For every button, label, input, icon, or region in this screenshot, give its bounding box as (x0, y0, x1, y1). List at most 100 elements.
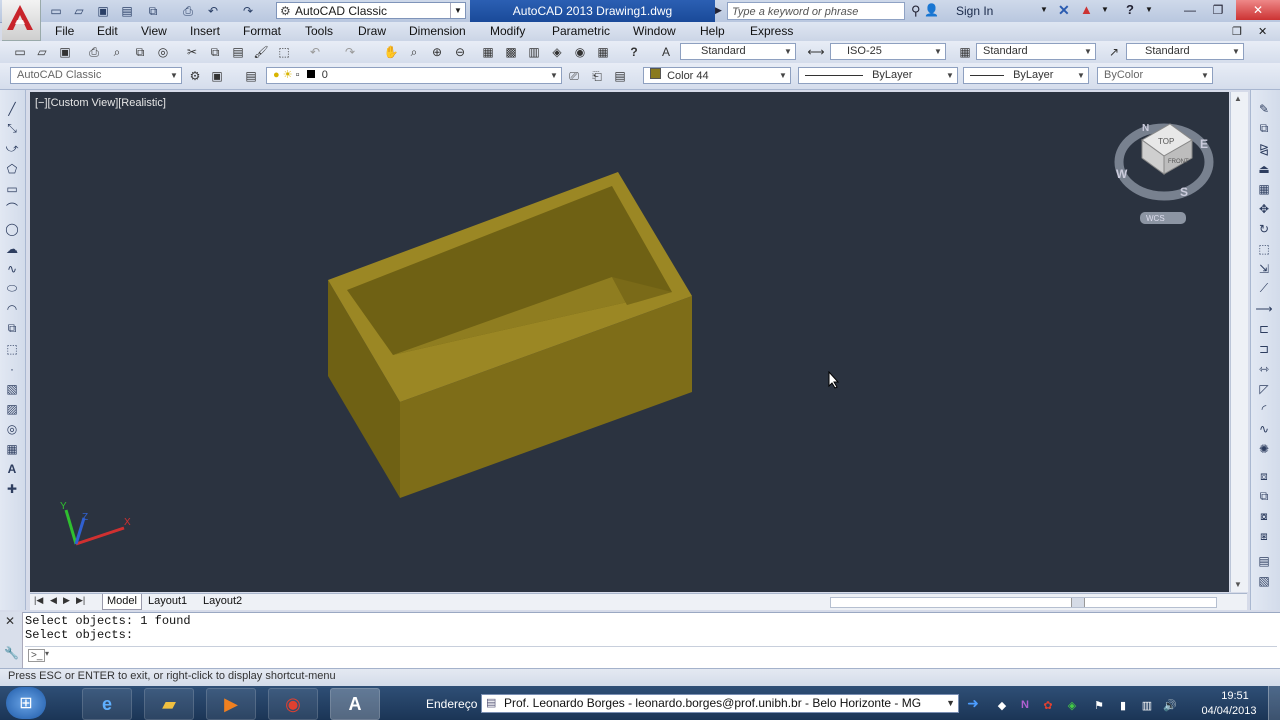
3d-print-icon[interactable]: ◎ (155, 44, 171, 60)
zoom-window-icon[interactable]: ⊕ (429, 44, 445, 60)
minimize-button[interactable]: — (1176, 0, 1204, 20)
menu-tools[interactable]: Tools (305, 22, 333, 41)
close-icon[interactable]: ✕ (5, 614, 15, 628)
lineweight-dropdown[interactable]: ByLayer ▼ (963, 67, 1089, 84)
chevron-down-icon[interactable]: ▼ (1145, 5, 1153, 14)
network-icon[interactable]: ▥ (1139, 697, 1155, 713)
autodesk-icon[interactable]: ▲ (1080, 2, 1093, 17)
send-back-icon[interactable]: ⧇ (1255, 508, 1273, 525)
design-center-icon[interactable]: ▩ (503, 44, 519, 60)
erase-icon[interactable]: ✎ (1255, 100, 1273, 117)
bring-front-icon[interactable]: ⧉ (1255, 488, 1273, 505)
match-properties-icon[interactable]: 🖌 (253, 44, 269, 60)
chamfer-icon[interactable]: ◸ (1255, 380, 1273, 397)
binoculars-icon[interactable]: ⚲ (911, 3, 921, 19)
viewcube-west-label[interactable]: W (1116, 167, 1128, 181)
hatch-icon[interactable]: ▧ (3, 380, 21, 397)
publish-icon[interactable]: ⧉ (132, 44, 148, 60)
autocad-taskbar-icon[interactable]: A (330, 688, 380, 720)
sign-in-link[interactable]: Sign In (956, 2, 993, 20)
polygon-icon[interactable]: ⬠ (3, 160, 21, 177)
save-icon[interactable]: ▣ (57, 44, 73, 60)
point-icon[interactable]: · (3, 360, 21, 377)
undo-icon[interactable]: ↶ (307, 44, 323, 60)
menu-format[interactable]: Format (243, 22, 281, 41)
chevron-down-icon[interactable]: ▼ (1101, 5, 1109, 14)
explode-icon[interactable]: ✺ (1255, 440, 1273, 457)
close-doc-icon[interactable]: ✕ (1258, 25, 1267, 38)
redo-icon[interactable]: ↷ (342, 44, 358, 60)
onenote-icon[interactable]: N (1017, 697, 1033, 713)
maximize-button[interactable]: ❐ (1204, 0, 1232, 20)
draworder-icon[interactable]: ⧈ (1255, 468, 1273, 485)
revision-cloud-icon[interactable]: ☁ (3, 240, 21, 257)
chrome-icon[interactable]: ◉ (268, 688, 318, 720)
address-input[interactable]: ▤ Prof. Leonardo Borges - leonardo.borge… (481, 694, 959, 713)
color-dropdown[interactable]: Color 44 ▼ (643, 67, 791, 84)
scale-icon[interactable]: ⬚ (1255, 240, 1273, 257)
restore-doc-icon[interactable]: ❐ (1232, 25, 1242, 38)
rectangle-icon[interactable]: ▭ (3, 180, 21, 197)
tray-app-icon[interactable]: ✿ (1040, 697, 1056, 713)
properties-icon[interactable]: ▦ (480, 44, 496, 60)
workspace-dropdown[interactable]: ⚙ AutoCAD Classic ▼ (276, 2, 466, 19)
move-icon[interactable]: ✥ (1255, 200, 1273, 217)
plotstyle-dropdown[interactable]: ByColor ▼ (1097, 67, 1213, 84)
sheet-set-icon[interactable]: ◈ (549, 44, 565, 60)
menu-file[interactable]: File (55, 22, 74, 41)
volume-icon[interactable]: 🔊 (1162, 697, 1178, 713)
line-icon[interactable]: ╱ (3, 100, 21, 117)
join-icon[interactable]: ⇿ (1255, 360, 1273, 377)
tab-layout2[interactable]: Layout2 (203, 594, 242, 609)
save-as-icon[interactable]: ▤ (119, 3, 135, 19)
flag-icon[interactable]: ⚑ (1091, 697, 1107, 713)
media-player-icon[interactable]: ▶ (206, 688, 256, 720)
command-window-grip[interactable]: ✕ 🔧 (0, 612, 23, 668)
layer-previous-icon[interactable]: ⎗ (589, 68, 605, 84)
extend-icon[interactable]: ⟶ (1255, 300, 1273, 317)
command-input[interactable]: >_ ▾ (25, 646, 1277, 665)
spline-icon[interactable]: ∿ (3, 260, 21, 277)
new-icon[interactable]: ▭ (48, 3, 64, 19)
mleader-style-dropdown[interactable]: Standard ▼ (1126, 43, 1244, 60)
go-arrow-icon[interactable]: ➜ (963, 694, 983, 713)
offset-icon[interactable]: ⏏ (1255, 160, 1273, 177)
chevron-down-icon[interactable]: ▼ (1040, 5, 1048, 14)
blend-curves-icon[interactable]: ∿ (1255, 420, 1273, 437)
ellipse-arc-icon[interactable]: ◠ (3, 300, 21, 317)
menu-parametric[interactable]: Parametric (552, 22, 610, 41)
scroll-down-icon[interactable]: ▼ (1234, 580, 1242, 589)
open-icon[interactable]: ▱ (34, 44, 50, 60)
markup-icon[interactable]: ◉ (572, 44, 588, 60)
menu-help[interactable]: Help (700, 22, 725, 41)
paste-icon[interactable]: ▤ (230, 44, 246, 60)
stretch-icon[interactable]: ⇲ (1255, 260, 1273, 277)
layer-dropdown[interactable]: ● ☀ ▫ 0 ▼ (266, 67, 562, 84)
break-at-point-icon[interactable]: ⊏ (1255, 320, 1273, 337)
make-current-layer-icon[interactable]: ⎚ (566, 68, 582, 84)
cut-icon[interactable]: ✂ (184, 44, 200, 60)
chevron-down-icon[interactable]: ▾ (45, 649, 49, 658)
linetype-dropdown[interactable]: ByLayer ▼ (798, 67, 958, 84)
redo-icon[interactable]: ↷ (240, 3, 256, 19)
menu-express[interactable]: Express (750, 22, 793, 41)
dim-style-dropdown[interactable]: ISO-25 ▼ (830, 43, 946, 60)
horizontal-scrollbar[interactable] (830, 597, 1217, 608)
open-icon[interactable]: ▱ (71, 3, 87, 19)
rotate-icon[interactable]: ↻ (1255, 220, 1273, 237)
zoom-previous-icon[interactable]: ⊖ (452, 44, 468, 60)
tool-palettes-icon[interactable]: ▥ (526, 44, 542, 60)
qnew-icon[interactable]: ▭ (12, 44, 28, 60)
first-tab-icon[interactable]: |◀ (34, 595, 43, 606)
next-tab-icon[interactable]: ▶ (63, 595, 70, 606)
save-icon[interactable]: ▣ (95, 3, 111, 19)
circle-icon[interactable]: ◯ (3, 220, 21, 237)
text-front-icon[interactable]: ▤ (1255, 552, 1273, 569)
copy-icon[interactable]: ⧉ (207, 44, 223, 60)
polyline-icon[interactable]: ⤻ (3, 140, 21, 157)
start-button[interactable]: ⊞ (6, 687, 46, 719)
plot-preview-icon[interactable]: ⌕ (109, 44, 125, 60)
viewcube-east-label[interactable]: E (1200, 137, 1208, 151)
gradient-icon[interactable]: ▨ (3, 400, 21, 417)
clock-time[interactable]: 19:51 (1210, 690, 1260, 702)
